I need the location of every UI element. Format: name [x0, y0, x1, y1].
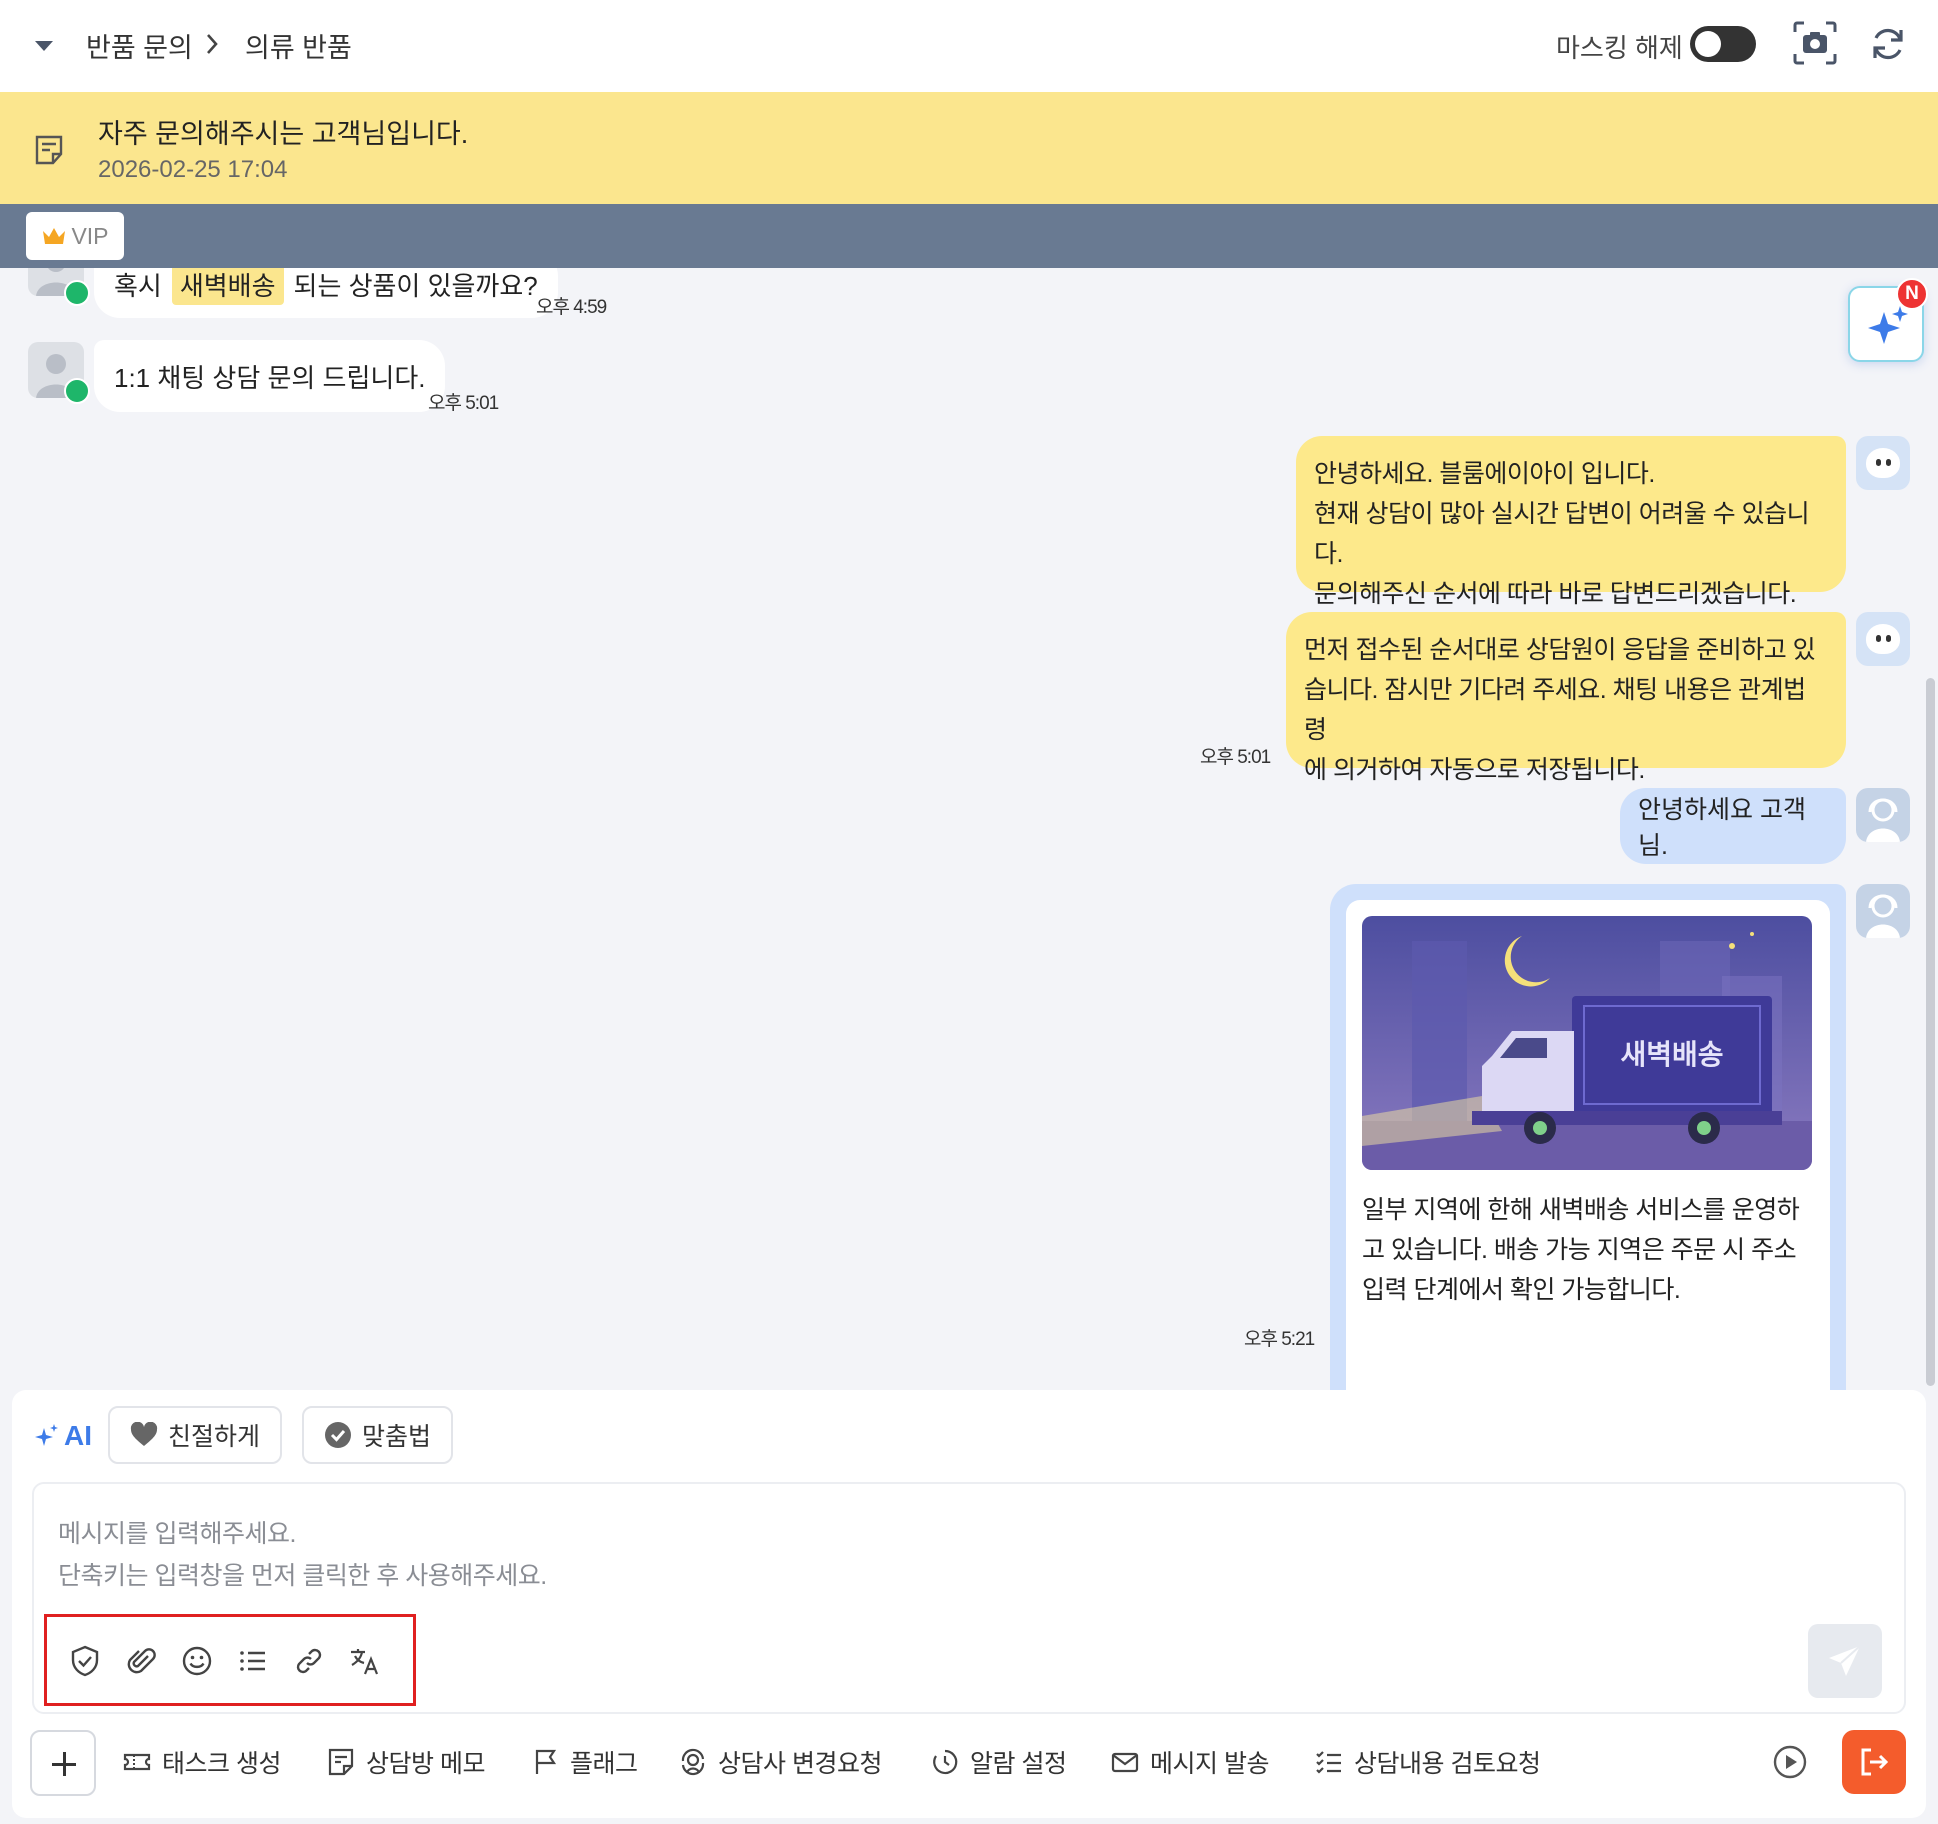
masking-label: 마스킹 해제: [1556, 33, 1683, 63]
chip-label: 친절하게: [168, 1423, 261, 1451]
message-line: 습니다. 잠시만 기다려 주세요. 채팅 내용은 관계법령: [1304, 676, 1806, 744]
vip-label: VIP: [71, 222, 109, 249]
chat-area[interactable]: 혹시 새벽배송 되는 상품이 있을까요? 오후 4:59 1:1 채팅 상담 문…: [0, 268, 1938, 1390]
ai-label-text: AI: [64, 1420, 92, 1451]
customer-message: 혹시 새벽배송 되는 상품이 있을까요?: [94, 268, 558, 318]
agent-card-message: 새벽배송 일부 지역에 한해 새벽배송 서비스를 운영하 고 있습니다. 배송 …: [1330, 884, 1846, 1390]
clock-icon: [933, 1749, 958, 1775]
input-placeholder-hint: 단축키는 입력창을 먼저 클릭한 후 사용해주세요.: [58, 1562, 547, 1590]
message-text: 되는 상품이 있을까요?: [293, 270, 538, 301]
message-line: 안녕하세요. 블룸에이아이 입니다.: [1314, 460, 1655, 488]
action-label: 플래그: [570, 1750, 638, 1778]
action-label: 상담방 메모: [366, 1750, 485, 1778]
refresh-icon[interactable]: [1868, 24, 1908, 64]
flag-button[interactable]: 플래그: [530, 1744, 638, 1780]
chip-label: 맞춤법: [362, 1423, 432, 1451]
message-time: 오후 5:21: [1244, 1329, 1315, 1350]
sparkle-icon: [35, 1424, 58, 1446]
agent-avatar: [1856, 788, 1910, 842]
play-icon[interactable]: [1772, 1744, 1808, 1780]
action-label: 알람 설정: [970, 1750, 1067, 1778]
heart-icon: [130, 1422, 158, 1446]
bot-avatar: [1856, 612, 1910, 666]
input-placeholder: 메시지를 입력해주세요.: [58, 1520, 296, 1548]
message-text: 1:1 채팅 상담 문의 드립니다.: [114, 362, 426, 393]
exit-button[interactable]: [1842, 1730, 1906, 1794]
agent-swap-icon: [681, 1748, 705, 1776]
link-icon[interactable]: [292, 1644, 326, 1678]
review-request-button[interactable]: 상담내용 검토요청: [1314, 1744, 1541, 1780]
masking-toggle[interactable]: [1690, 26, 1756, 62]
action-label: 상담내용 검토요청: [1354, 1750, 1541, 1778]
message-text: 안녕하세요 고객님.: [1638, 796, 1806, 860]
notice-title: 자주 문의해주시는 고객님입니다.: [98, 119, 469, 149]
chevron-down-icon[interactable]: [32, 36, 56, 56]
action-label: 상담사 변경요청: [718, 1750, 882, 1778]
message-line: 일부 지역에 한해 새벽배송 서비스를 운영하: [1362, 1196, 1800, 1224]
smile-icon[interactable]: [180, 1644, 214, 1678]
paperclip-icon[interactable]: [124, 1644, 158, 1678]
send-message-button[interactable]: 메시지 발송: [1110, 1744, 1269, 1780]
spelling-chip[interactable]: 맞춤법: [302, 1406, 454, 1464]
flag-icon: [535, 1749, 557, 1774]
message-time: 오후 5:01: [1200, 747, 1271, 768]
new-badge: N: [1896, 278, 1928, 310]
memo-icon: [328, 1748, 354, 1776]
list-icon[interactable]: [236, 1644, 270, 1678]
alarm-setting-button[interactable]: 알람 설정: [930, 1744, 1067, 1780]
bot-message: 먼저 접수된 순서대로 상담원이 응답을 준비하고 있 습니다. 잠시만 기다려…: [1286, 612, 1846, 784]
send-button[interactable]: [1808, 1624, 1882, 1698]
exit-icon: [1861, 1748, 1889, 1776]
content-card: 새벽배송 일부 지역에 한해 새벽배송 서비스를 운영하 고 있습니다. 배송 …: [1346, 900, 1830, 1390]
delivery-truck-image[interactable]: 새벽배송: [1362, 916, 1812, 1170]
read-check-icon: [64, 378, 90, 404]
message-time: 오후 5:01: [428, 393, 499, 414]
ticket-icon: [123, 1753, 151, 1771]
message-line: 먼저 접수된 순서대로 상담원이 응답을 준비하고 있: [1304, 636, 1816, 664]
agent-change-request-button[interactable]: 상담사 변경요청: [678, 1744, 882, 1780]
message-line: 문의해주신 순서에 따라 바로 답변드리겠습니다.: [1314, 580, 1797, 608]
message-time: 오후 4:59: [536, 297, 607, 318]
bot-avatar: [1856, 436, 1910, 490]
chevron-right-icon: [207, 34, 218, 54]
shield-icon[interactable]: [68, 1644, 102, 1678]
chat-scrollbar[interactable]: [1926, 678, 1935, 1386]
crown-icon: [43, 228, 66, 244]
translate-icon[interactable]: [348, 1644, 382, 1678]
agent-avatar: [1856, 884, 1910, 938]
checklist-icon: [1316, 1751, 1341, 1774]
bot-message: 안녕하세요. 블룸에이아이 입니다. 현재 상담이 많아 실시간 답변이 어려울…: [1296, 436, 1846, 608]
tone-friendly-chip[interactable]: 친절하게: [108, 1406, 283, 1464]
memo-icon: [35, 135, 63, 165]
message-line: 고 있습니다. 배송 가능 지역은 주문 시 주소: [1362, 1236, 1797, 1264]
mail-icon: [1111, 1752, 1139, 1773]
vip-tag[interactable]: VIP: [26, 212, 124, 260]
notice-time: 2026-02-25 17:04: [98, 156, 288, 183]
customer-message: 1:1 채팅 상담 문의 드립니다.: [94, 340, 446, 412]
check-circle-icon: [325, 1422, 351, 1448]
room-memo-button[interactable]: 상담방 메모: [326, 1744, 485, 1780]
tag-bar: [0, 204, 1938, 268]
send-icon: [1829, 1645, 1861, 1676]
sparkle-icon: [1868, 306, 1908, 344]
action-label: 메시지 발송: [1150, 1750, 1269, 1778]
add-button[interactable]: [30, 1730, 96, 1796]
message-line: 입력 단계에서 확인 가능합니다.: [1362, 1276, 1681, 1304]
truck-label: 새벽배송: [1620, 1039, 1723, 1070]
agent-message: 안녕하세요 고객님.: [1620, 788, 1846, 864]
screenshot-icon[interactable]: [1792, 20, 1838, 66]
ai-label: AI: [34, 1420, 92, 1452]
keyword-highlight: 새벽배송: [171, 268, 284, 305]
breadcrumb-category[interactable]: 반품 문의: [86, 26, 193, 65]
breadcrumb-subcategory[interactable]: 의류 반품: [245, 26, 352, 65]
action-label: 태스크 생성: [162, 1750, 281, 1778]
read-check-icon: [64, 280, 90, 306]
create-task-button[interactable]: 태스크 생성: [122, 1744, 281, 1780]
message-line: 에 의거하여 자동으로 저장됩니다.: [1304, 756, 1645, 784]
message-text: 혹시: [114, 270, 162, 301]
message-line: 현재 상담이 많아 실시간 답변이 어려울 수 있습니다.: [1314, 500, 1810, 568]
card-description: 일부 지역에 한해 새벽배송 서비스를 운영하 고 있습니다. 배송 가능 지역…: [1362, 1190, 1822, 1310]
